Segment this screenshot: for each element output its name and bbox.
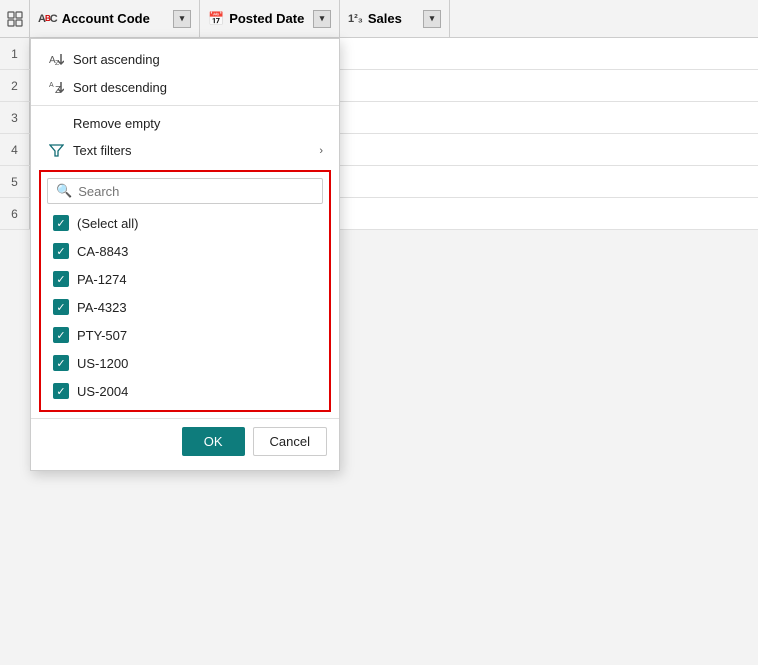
checkbox-select-all[interactable]: ✓ <box>53 215 69 231</box>
check-item-ca8843[interactable]: ✓ CA-8843 <box>47 238 323 264</box>
checkbox-us2004[interactable]: ✓ <box>53 383 69 399</box>
abc-icon: ABC <box>38 13 57 25</box>
row-num-3: 3 <box>0 102 30 133</box>
svg-text:Z: Z <box>55 60 60 67</box>
search-box: 🔍 <box>47 178 323 204</box>
checkbox-pa4323[interactable]: ✓ <box>53 299 69 315</box>
search-input[interactable] <box>78 184 314 199</box>
check-label-pa1274: PA-1274 <box>77 272 127 287</box>
col-header-sales: 1²₃ Sales ▾ <box>340 0 450 37</box>
header-row: ABC Account Code ▾ 📅 Posted Date ▾ 1²₃ S… <box>0 0 758 38</box>
table-icon <box>7 11 23 27</box>
sort-descending-item[interactable]: A Z Sort descending <box>31 73 339 101</box>
check-label-pty507: PTY-507 <box>77 328 127 343</box>
text-filters-item[interactable]: Text filters › <box>31 137 339 164</box>
check-item-pty507[interactable]: ✓ PTY-507 <box>47 322 323 348</box>
posted-date-dropdown-btn[interactable]: ▾ <box>313 10 331 28</box>
menu-divider-1 <box>31 105 339 106</box>
row-num-header <box>0 0 30 37</box>
check-item-pa1274[interactable]: ✓ PA-1274 <box>47 266 323 292</box>
check-label-us1200: US-1200 <box>77 356 128 371</box>
checkbox-pty507[interactable]: ✓ <box>53 327 69 343</box>
sort-ascending-item[interactable]: A Z Sort ascending <box>31 45 339 73</box>
spreadsheet-container: ABC Account Code ▾ 📅 Posted Date ▾ 1²₃ S… <box>0 0 758 665</box>
search-icon: 🔍 <box>56 183 72 199</box>
text-filters-label: Text filters <box>73 143 311 158</box>
sort-desc-icon: A Z <box>47 79 65 95</box>
check-item-us2004[interactable]: ✓ US-2004 <box>47 378 323 404</box>
check-label-pa4323: PA-4323 <box>77 300 127 315</box>
check-item-us1200[interactable]: ✓ US-1200 <box>47 350 323 376</box>
filter-icon <box>47 143 65 158</box>
check-item-select-all[interactable]: ✓ (Select all) <box>47 210 323 236</box>
row-num-1: 1 <box>0 38 30 69</box>
checkbox-us1200[interactable]: ✓ <box>53 355 69 371</box>
check-label-select-all: (Select all) <box>77 216 138 231</box>
menu-footer: OK Cancel <box>31 418 339 464</box>
dropdown-menu: A Z Sort ascending A Z Sort descending <box>30 38 340 471</box>
chevron-right-icon: › <box>319 145 323 157</box>
sales-label: Sales <box>368 11 402 26</box>
row-num-4: 4 <box>0 134 30 165</box>
cancel-button[interactable]: Cancel <box>253 427 327 456</box>
remove-empty-item[interactable]: Remove empty <box>31 110 339 137</box>
calendar-icon: 📅 <box>208 11 224 27</box>
checkbox-pa1274[interactable]: ✓ <box>53 271 69 287</box>
ok-button[interactable]: OK <box>182 427 245 456</box>
check-label-ca8843: CA-8843 <box>77 244 128 259</box>
posted-date-label: Posted Date <box>229 11 304 26</box>
sort-asc-icon: A Z <box>47 51 65 67</box>
col-header-posted-date: 📅 Posted Date ▾ <box>200 0 340 37</box>
check-label-us2004: US-2004 <box>77 384 128 399</box>
sales-dropdown-btn[interactable]: ▾ <box>423 10 441 28</box>
num-icon: 1²₃ <box>348 13 363 25</box>
account-code-label: Account Code <box>62 11 150 26</box>
remove-empty-label: Remove empty <box>73 116 323 131</box>
row-num-2: 2 <box>0 70 30 101</box>
check-item-pa4323[interactable]: ✓ PA-4323 <box>47 294 323 320</box>
row-num-6: 6 <box>0 198 30 229</box>
filter-section: 🔍 ✓ (Select all) ✓ CA-8843 ✓ PA-1274 ✓ <box>39 170 331 412</box>
checkbox-ca8843[interactable]: ✓ <box>53 243 69 259</box>
col-header-account-code: ABC Account Code ▾ <box>30 0 200 37</box>
checklist: ✓ (Select all) ✓ CA-8843 ✓ PA-1274 ✓ PA-… <box>47 210 323 404</box>
sort-desc-label: Sort descending <box>73 80 323 95</box>
row-num-5: 5 <box>0 166 30 197</box>
account-code-dropdown-btn[interactable]: ▾ <box>173 10 191 28</box>
svg-text:A: A <box>49 82 54 89</box>
sort-asc-label: Sort ascending <box>73 52 323 67</box>
